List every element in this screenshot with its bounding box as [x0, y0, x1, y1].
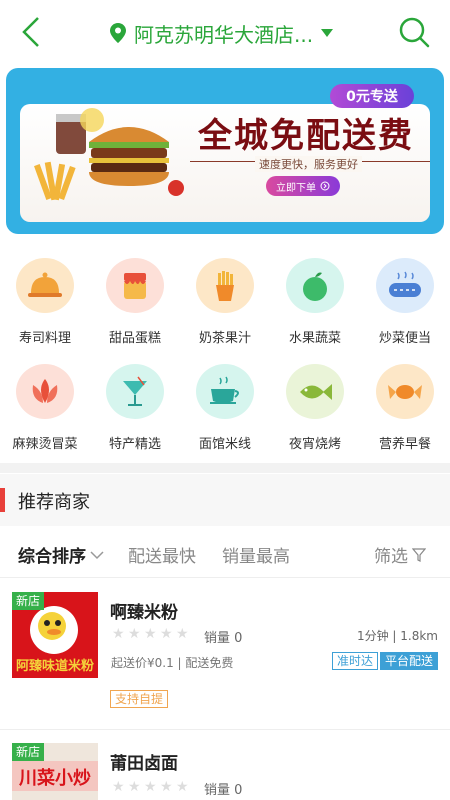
merchant-min-order: 起送价¥0.1 | 配送免费 — [111, 656, 234, 670]
location-text: 阿克苏明华大酒店... — [134, 22, 314, 47]
banner-title: 全城免配送费 — [198, 116, 414, 156]
merchant-sales: 销量 0 — [204, 631, 243, 646]
steaming-bowl-icon — [196, 364, 254, 419]
filter-label: 筛选 — [374, 547, 408, 567]
location-selector[interactable]: 阿克苏明华大酒店... — [110, 18, 334, 48]
merchant-card[interactable]: 阿臻味道米粉 新店 啊臻米粉 ★ ★ ★ ★ ★ 销量 0 1分钟 | 1.8k… — [0, 580, 450, 730]
star-icon: ★ — [160, 626, 173, 642]
self-pickup-badge: 支持自提 — [110, 690, 169, 708]
category-label: 营养早餐 — [378, 437, 431, 452]
sort-bar: 综合排序 配送最快 销量最高 筛选 — [0, 528, 450, 578]
category-fruit[interactable]: 水果蔬菜 — [270, 246, 360, 346]
merchant-sales: 销量 0 — [204, 783, 243, 798]
star-icon: ★ — [128, 779, 141, 795]
sort-comprehensive[interactable]: 综合排序 — [18, 542, 104, 567]
category-label: 夜宵烧烤 — [288, 437, 341, 452]
recommended-header: 推荐商家 — [0, 474, 450, 526]
star-icon: ★ — [176, 779, 189, 795]
sort-sales[interactable]: 销量最高 — [222, 542, 290, 567]
merchant-sign-text: 川菜小炒 — [19, 768, 91, 789]
category-sushi[interactable]: 寿司料理 — [0, 246, 90, 346]
banner-subtitle: 速度更快，服务更好 — [255, 156, 362, 172]
category-grid: 寿司料理 甜品蛋糕 奶茶果汁 水果蔬菜 炒菜便当 麻辣烫冒菜 特产精选 面馆米线… — [0, 246, 450, 456]
new-store-badge: 新店 — [12, 743, 45, 761]
fish-icon — [286, 364, 344, 419]
category-milk-tea[interactable]: 奶茶果汁 — [180, 246, 270, 346]
merchant-name: 莆田卤面 — [110, 754, 178, 774]
star-icon: ★ — [176, 626, 189, 642]
merchant-name: 啊臻米粉 — [110, 603, 178, 623]
merchant-image: 川菜小炒 新店 — [12, 743, 98, 800]
back-chevron-icon[interactable] — [14, 12, 50, 52]
sausage-icon — [376, 258, 434, 313]
order-now-button[interactable]: 立即下单 — [266, 176, 340, 196]
arrow-circle-icon — [320, 181, 330, 191]
category-label: 特产精选 — [108, 437, 161, 452]
star-icon: ★ — [160, 779, 173, 795]
filter-button[interactable]: 筛选 — [374, 542, 426, 567]
category-label: 甜品蛋糕 — [108, 331, 161, 346]
sort-fastest[interactable]: 配送最快 — [128, 542, 196, 567]
star-icon: ★ — [144, 626, 157, 642]
ticket-notch — [430, 194, 444, 212]
section-accent-bar — [0, 488, 5, 512]
sort-sales-label: 销量最高 — [222, 547, 290, 567]
merchant-distance: 1分钟 | 1.8km — [356, 629, 438, 643]
chevron-down-icon — [90, 550, 104, 559]
category-noodles[interactable]: 面馆米线 — [180, 352, 270, 452]
platform-delivery-badge: 平台配送 — [379, 652, 438, 670]
category-label: 面馆米线 — [198, 437, 251, 452]
category-stir-fry[interactable]: 炒菜便当 — [360, 246, 450, 346]
section-divider — [0, 463, 450, 473]
fries-drink-icon — [196, 258, 254, 313]
category-breakfast[interactable]: 营养早餐 — [360, 352, 450, 452]
category-label: 奶茶果汁 — [198, 331, 251, 346]
category-label: 炒菜便当 — [378, 331, 431, 346]
category-malatang[interactable]: 麻辣烫冒菜 — [0, 352, 90, 452]
new-store-badge: 新店 — [12, 592, 45, 610]
rating-stars: ★ ★ ★ ★ ★ — [112, 779, 189, 795]
star-icon: ★ — [112, 779, 125, 795]
category-specialty[interactable]: 特产精选 — [90, 352, 180, 452]
category-label: 寿司料理 — [18, 331, 71, 346]
candy-icon — [376, 364, 434, 419]
star-icon: ★ — [144, 779, 157, 795]
merchant-sign-text: 阿臻味道米粉 — [15, 659, 94, 674]
dessert-jar-icon — [106, 258, 164, 313]
funnel-icon — [412, 547, 426, 562]
star-icon: ★ — [112, 626, 125, 642]
apple-icon — [286, 258, 344, 313]
star-icon: ★ — [128, 626, 141, 642]
ticket-notch — [6, 194, 20, 212]
search-icon[interactable] — [396, 12, 432, 52]
order-now-label: 立即下单 — [276, 182, 316, 194]
merchant-image: 阿臻味道米粉 新店 — [12, 592, 98, 678]
category-label: 麻辣烫冒菜 — [12, 437, 78, 452]
sort-fastest-label: 配送最快 — [128, 547, 196, 567]
app-screen: 阿克苏明华大酒店... 0元专送 全城免配送费 速度更快，服务更好 立即下单 寿… — [0, 0, 450, 800]
category-bbq[interactable]: 夜宵烧烤 — [270, 352, 360, 452]
top-bar: 阿克苏明华大酒店... — [0, 0, 450, 64]
on-time-badge: 准时达 — [331, 652, 378, 670]
location-pin-icon — [110, 23, 126, 43]
burger-meal-image — [34, 108, 184, 201]
section-title: 推荐商家 — [18, 492, 90, 513]
caret-down-icon — [321, 29, 334, 37]
free-delivery-tag: 0元专送 — [330, 84, 414, 108]
category-dessert[interactable]: 甜品蛋糕 — [90, 246, 180, 346]
merchant-card[interactable]: 川菜小炒 新店 莆田卤面 ★ ★ ★ ★ ★ 销量 0 — [0, 731, 450, 800]
category-label: 水果蔬菜 — [288, 331, 341, 346]
cloche-icon — [16, 258, 74, 313]
rating-stars: ★ ★ ★ ★ ★ — [112, 626, 189, 642]
cocktail-icon — [106, 364, 164, 419]
sort-comprehensive-label: 综合排序 — [18, 547, 86, 567]
lotus-icon — [16, 364, 74, 419]
